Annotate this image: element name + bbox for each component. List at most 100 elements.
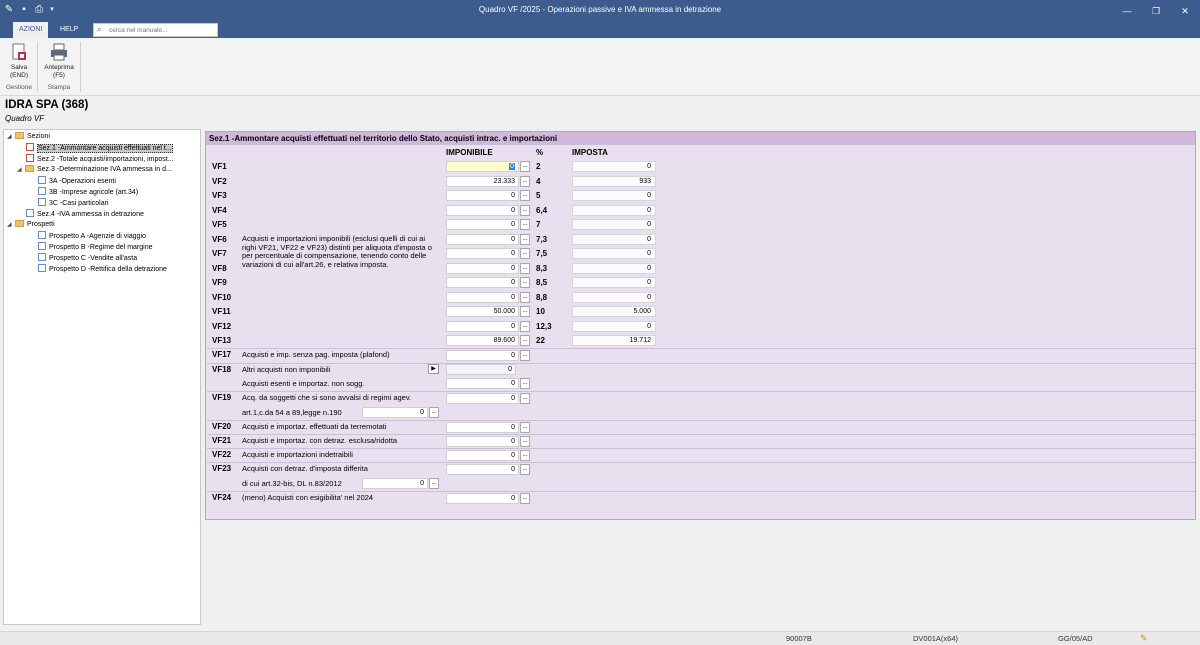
vf23-input-2[interactable]: 0 xyxy=(362,478,428,489)
vf18-description-2: Acquisti esenti e importaz. non sogg. xyxy=(242,379,365,388)
vf4-imponibile-input[interactable]: 0 xyxy=(446,205,519,216)
tree-node-sez3[interactable]: ◢ Sez.3 -Determinazione IVA ammessa in d.… xyxy=(17,165,172,175)
document-icon xyxy=(38,176,46,184)
tab-help[interactable]: HELP xyxy=(54,22,84,38)
collapse-icon[interactable]: ◢ xyxy=(7,220,15,230)
vf9-imponibile-input[interactable]: 0 xyxy=(446,277,519,288)
vf5-ellipsis-button[interactable]: ... xyxy=(520,219,530,230)
vf24-input[interactable]: 0 xyxy=(446,493,519,504)
vf24-code: VF24 xyxy=(212,493,232,502)
vf23-ellipsis-button-1[interactable]: ... xyxy=(520,464,530,475)
vf7-ellipsis-button[interactable]: ... xyxy=(520,248,530,259)
vf11-imponibile-input[interactable]: 50.000 xyxy=(446,306,519,317)
column-percent: % xyxy=(536,148,544,157)
tree-item-prospetto-d[interactable]: Prospetto D -Rettifica della detrazione xyxy=(38,264,167,274)
vf3-imponibile-input[interactable]: 0 xyxy=(446,190,519,201)
vf1-imponibile-input[interactable]: 0 xyxy=(446,161,519,172)
vf6-code: VF6 xyxy=(212,235,227,244)
vf20-input[interactable]: 0 xyxy=(446,422,519,433)
vf19-input-1[interactable]: 0 xyxy=(446,393,519,404)
vf12-ellipsis-button[interactable]: ... xyxy=(520,321,530,332)
folder-icon xyxy=(15,132,24,139)
tree-item-3b[interactable]: 3B -Imprese agricole (art.34) xyxy=(38,187,138,197)
vf11-ellipsis-button[interactable]: ... xyxy=(520,306,530,317)
collapse-icon[interactable]: ◢ xyxy=(17,165,25,175)
vf7-code: VF7 xyxy=(212,249,227,258)
vf5-imponibile-input[interactable]: 0 xyxy=(446,219,519,230)
vf11-percent: 10 xyxy=(536,307,545,316)
vf13-imposta-value: 19.712 xyxy=(572,335,656,346)
save-button[interactable]: Salva (END) xyxy=(5,42,33,80)
preview-button[interactable]: Anteprima (F5) xyxy=(40,42,78,80)
vf13-ellipsis-button[interactable]: ... xyxy=(520,335,530,346)
company-name: IDRA SPA (368) xyxy=(5,99,89,111)
vf5-code: VF5 xyxy=(212,220,227,229)
search-box[interactable]: ⌕ xyxy=(93,23,218,37)
vf6-imponibile-input[interactable]: 0 xyxy=(446,234,519,245)
vf2-imponibile-input[interactable]: 23.333 xyxy=(446,176,519,187)
tab-azioni[interactable]: AZIONI xyxy=(13,22,49,38)
collapse-icon[interactable]: ◢ xyxy=(7,132,15,142)
vf2-imposta-value: 933 xyxy=(572,176,656,187)
input-cursor-value: 0 xyxy=(509,163,515,170)
vf13-code: VF13 xyxy=(212,336,232,345)
folder-icon xyxy=(15,220,24,227)
vf4-ellipsis-button[interactable]: ... xyxy=(520,205,530,216)
notes-icon[interactable]: ✎ xyxy=(1140,633,1148,644)
vf9-code: VF9 xyxy=(212,278,227,287)
vf10-ellipsis-button[interactable]: ... xyxy=(520,292,530,303)
tree-item-sez2[interactable]: Sez.2 -Totale acquisti/importazioni, imp… xyxy=(26,154,174,164)
row-divider xyxy=(207,420,1195,421)
vf12-imponibile-input[interactable]: 0 xyxy=(446,321,519,332)
vf8-imponibile-input[interactable]: 0 xyxy=(446,263,519,274)
tree-item-sez4[interactable]: Sez.4 -IVA ammessa in detrazione xyxy=(26,209,144,219)
form-panel: Sez.1 -Ammontare acquisti effettuati nel… xyxy=(205,131,1196,520)
vf22-input[interactable]: 0 xyxy=(446,450,519,461)
vf9-ellipsis-button[interactable]: ... xyxy=(520,277,530,288)
vf11-imposta-value: 5.000 xyxy=(572,306,656,317)
vf20-ellipsis-button[interactable]: ... xyxy=(520,422,530,433)
vf2-ellipsis-button[interactable]: ... xyxy=(520,176,530,187)
vf9-percent: 8,5 xyxy=(536,278,548,287)
vf19-ellipsis-button-2[interactable]: ... xyxy=(429,407,439,418)
tree-item-3a[interactable]: 3A -Operazioni esenti xyxy=(38,176,116,186)
vf17-input[interactable]: 0 xyxy=(446,350,519,361)
vf10-imponibile-input[interactable]: 0 xyxy=(446,292,519,303)
tree-item-prospetto-a[interactable]: Prospetto A -Agenzie di viaggio xyxy=(38,231,146,241)
tree-item-sez1[interactable]: Sez.1 -Ammontare acquisti effettuati nel… xyxy=(26,143,173,153)
minimize-icon[interactable]: — xyxy=(1117,4,1137,18)
vf8-ellipsis-button[interactable]: ... xyxy=(520,263,530,274)
vf19-input-2[interactable]: 0 xyxy=(362,407,428,418)
vf18-input-2[interactable]: 0 xyxy=(446,378,519,389)
tree-node-sezioni[interactable]: ◢ Sezioni xyxy=(7,132,50,142)
vf23-ellipsis-button-2[interactable]: ... xyxy=(429,478,439,489)
vf6-ellipsis-button[interactable]: ... xyxy=(520,234,530,245)
vf24-ellipsis-button[interactable]: ... xyxy=(520,493,530,504)
vf3-ellipsis-button[interactable]: ... xyxy=(520,190,530,201)
vf1-ellipsis-button[interactable]: ... xyxy=(520,161,530,172)
vf22-ellipsis-button[interactable]: ... xyxy=(520,450,530,461)
vf21-input[interactable]: 0 xyxy=(446,436,519,447)
maximize-icon[interactable]: ❐ xyxy=(1146,4,1166,18)
vf19-ellipsis-button-1[interactable]: ... xyxy=(520,393,530,404)
vf18-description-1: Altri acquisti non imponibili xyxy=(242,365,331,374)
tree-item-prospetto-b[interactable]: Prospetto B -Regime del margine xyxy=(38,242,153,252)
vf24-description: (meno) Acquisti con esigibilita' nel 202… xyxy=(242,493,374,502)
search-input[interactable] xyxy=(109,25,214,36)
vf21-ellipsis-button[interactable]: ... xyxy=(520,436,530,447)
tree-item-3c[interactable]: 3C -Casi particolari xyxy=(38,198,109,208)
tree-node-prospetti[interactable]: ◢ Prospetti xyxy=(7,220,55,230)
document-icon xyxy=(38,231,46,239)
vf21-description: Acquisti e importaz. con detraz. esclusa… xyxy=(242,436,398,445)
vf18-expand-button[interactable]: ▶ xyxy=(428,364,439,374)
tree-item-prospetto-c[interactable]: Prospetto C -Vendite all'asta xyxy=(38,253,137,263)
status-bar: 90007B DV001A(x64) GG/05/AD ✎ xyxy=(0,631,1200,645)
vf17-ellipsis-button[interactable]: ... xyxy=(520,350,530,361)
status-version: DV001A(x64) xyxy=(913,634,959,643)
vf23-input-1[interactable]: 0 xyxy=(446,464,519,475)
vf18-ellipsis-button[interactable]: ... xyxy=(520,378,530,389)
vf7-imponibile-input[interactable]: 0 xyxy=(446,248,519,259)
vf13-imponibile-input[interactable]: 89.600 xyxy=(446,335,519,346)
close-icon[interactable]: ✕ xyxy=(1175,4,1195,18)
vf8-imposta-value: 0 xyxy=(572,263,656,274)
